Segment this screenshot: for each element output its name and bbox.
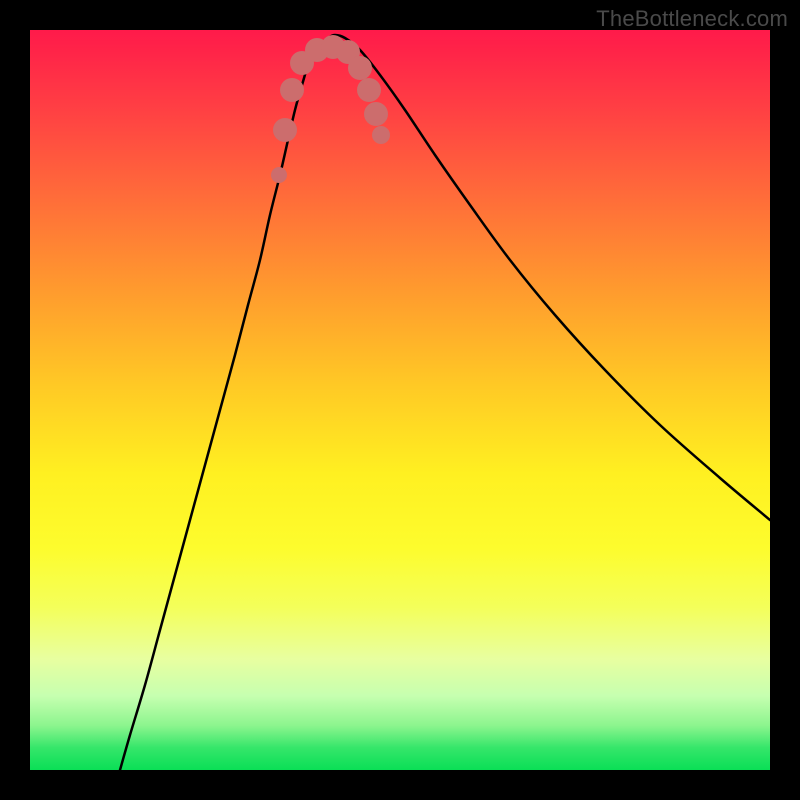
plot-area [30,30,770,770]
highlight-dot [372,126,390,144]
chart-frame: TheBottleneck.com [0,0,800,800]
highlight-dot [348,56,372,80]
highlight-dot [271,167,287,183]
highlight-dot [273,118,297,142]
curve-layer [30,30,770,770]
highlight-dots-group [271,35,390,183]
highlight-dot [357,78,381,102]
watermark-text: TheBottleneck.com [596,6,788,32]
highlight-dot [364,102,388,126]
bottleneck-curve-path [120,35,770,770]
highlight-dot [280,78,304,102]
